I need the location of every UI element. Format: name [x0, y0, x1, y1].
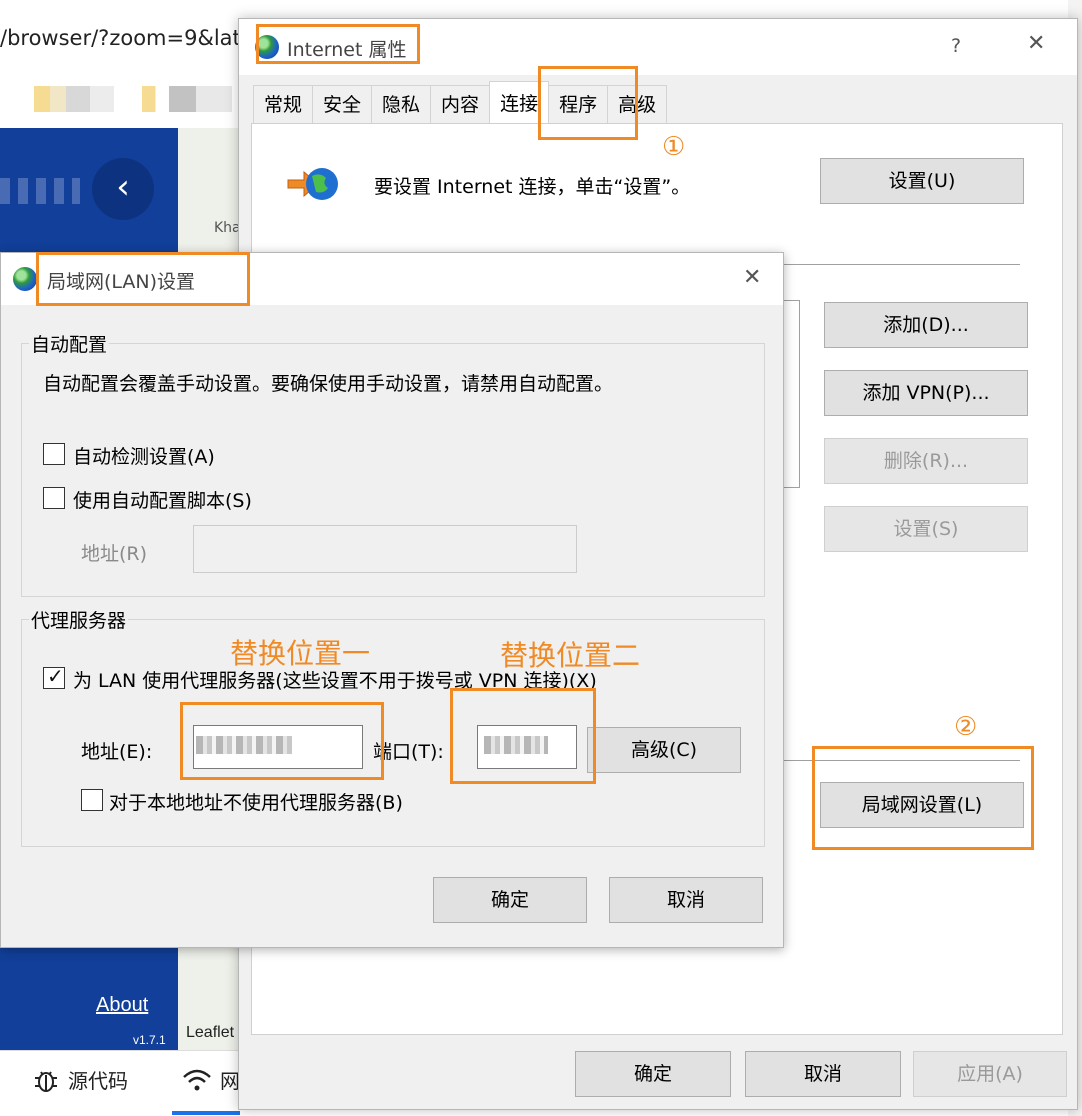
map-place-label: Kha — [214, 220, 241, 236]
bookmark-item[interactable] — [34, 86, 114, 112]
devtools-tab-network[interactable]: 网 — [182, 1065, 240, 1094]
settings-button[interactable]: 设置(S) — [824, 506, 1028, 552]
cancel-button[interactable]: 取消 — [745, 1051, 901, 1097]
connect-globe-icon — [287, 168, 338, 200]
step-2-marker: ② — [954, 712, 978, 742]
bookmarks-bar — [0, 78, 240, 118]
bookmark-item[interactable] — [142, 86, 232, 112]
bypass-local-label: 对于本地地址不使用代理服务器(B) — [109, 792, 403, 814]
highlight-dialog-title — [256, 24, 420, 64]
bug-icon — [35, 1070, 57, 1092]
about-link[interactable]: About — [96, 994, 148, 1017]
highlight-proxy-address — [180, 702, 384, 780]
blurred-title — [0, 178, 80, 204]
lan-settings-dialog: 局域网(LAN)设置 ✕ 自动配置 自动配置会覆盖手动设置。要确保使用手动设置，… — [0, 252, 784, 948]
version-label: v1.7.1 — [133, 1033, 166, 1047]
tab-privacy[interactable]: 隐私 — [371, 85, 432, 123]
tab-security[interactable]: 安全 — [312, 85, 373, 123]
help-button[interactable]: ? — [951, 35, 961, 57]
auto-detect-label: 自动检测设置(A) — [73, 446, 215, 468]
replace-position-1-label: 替换位置一 — [230, 637, 371, 670]
script-address-input[interactable] — [193, 525, 577, 573]
tab-content[interactable]: 内容 — [430, 85, 491, 123]
lan-ok-button[interactable]: 确定 — [433, 877, 587, 923]
wifi-icon — [183, 1069, 211, 1090]
replace-position-2-label: 替换位置二 — [500, 639, 641, 672]
auto-config-script-label: 使用自动配置脚本(S) — [73, 490, 252, 512]
lan-close-button[interactable]: ✕ — [743, 265, 761, 290]
auto-config-description: 自动配置会覆盖手动设置。要确保使用手动设置，请禁用自动配置。 — [43, 373, 614, 395]
checkmark-icon: ✓ — [47, 664, 64, 688]
highlight-lan-settings-button — [812, 746, 1034, 850]
tab-general[interactable]: 常规 — [253, 85, 314, 123]
step-1-marker: ① — [662, 132, 686, 162]
add-button[interactable]: 添加(D)... — [824, 302, 1028, 348]
highlight-lan-title — [36, 252, 250, 306]
close-button[interactable]: ✕ — [1027, 31, 1045, 56]
active-tab-indicator — [172, 1111, 240, 1115]
add-vpn-button[interactable]: 添加 VPN(P)... — [824, 370, 1028, 416]
remove-button[interactable]: 删除(R)... — [824, 438, 1028, 484]
script-address-label: 地址(R) — [81, 543, 148, 565]
setup-instruction: 要设置 Internet 连接，单击“设置”。 — [374, 176, 691, 198]
apply-button[interactable]: 应用(A) — [913, 1051, 1067, 1097]
ok-button[interactable]: 确定 — [575, 1051, 731, 1097]
devtools-tab-label: 网 — [220, 1069, 240, 1093]
auto-config-script-checkbox[interactable] — [43, 487, 65, 509]
proxy-label: 代理服务器 — [29, 606, 129, 633]
devtools-tab-sources[interactable]: 源代码 — [32, 1065, 128, 1094]
highlight-connections-tab — [538, 66, 638, 140]
address-bar-url[interactable]: /browser/?zoom=9&lat — [0, 26, 241, 50]
lan-cancel-button[interactable]: 取消 — [609, 877, 763, 923]
internet-globe-icon — [13, 267, 37, 291]
advanced-button[interactable]: 高级(C) — [587, 727, 741, 773]
back-button[interactable]: ‹ — [92, 158, 154, 220]
proxy-address-label: 地址(E): — [81, 741, 153, 763]
highlight-proxy-port — [450, 688, 596, 784]
bypass-local-checkbox[interactable] — [81, 789, 103, 811]
leaflet-attribution[interactable]: Leaflet — [186, 1024, 234, 1042]
setup-button[interactable]: 设置(U) — [820, 158, 1024, 204]
auto-config-label: 自动配置 — [29, 330, 110, 357]
chevron-left-icon: ‹ — [116, 167, 130, 207]
use-proxy-checkbox[interactable]: ✓ — [43, 664, 65, 689]
devtools-tab-label: 源代码 — [68, 1069, 128, 1093]
auto-detect-checkbox[interactable] — [43, 443, 65, 465]
devtools-tabbar: 源代码 网 — [0, 1050, 240, 1116]
